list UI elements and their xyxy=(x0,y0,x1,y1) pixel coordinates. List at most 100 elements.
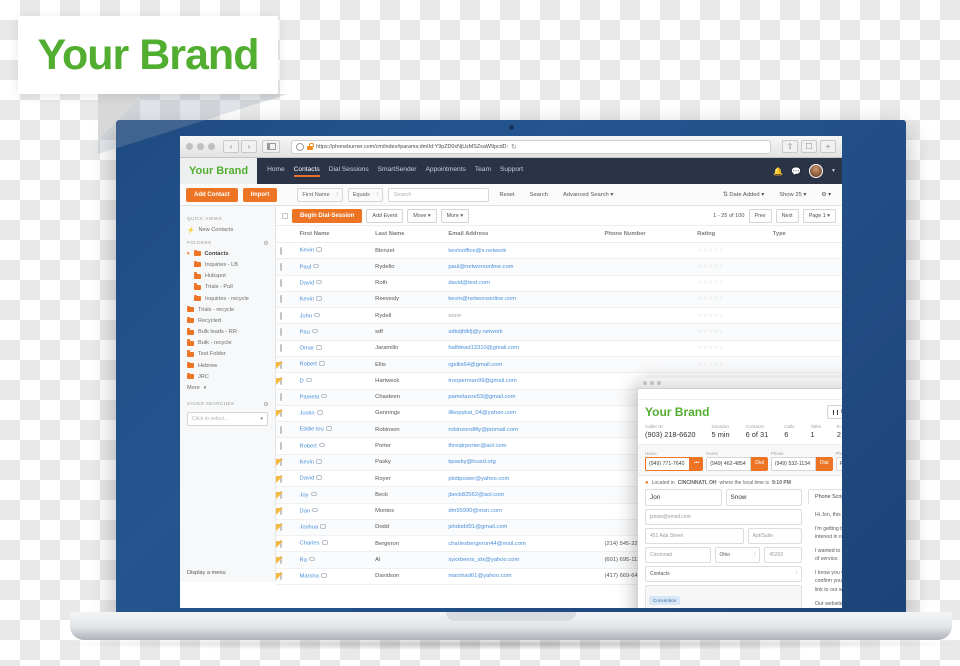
search-operator-select[interactable]: Equals xyxy=(347,187,383,202)
cell-rating[interactable]: ☆☆☆☆☆ xyxy=(693,340,769,357)
table-row[interactable]: Pau sdf sdkdjfdkfj@y.network ☆☆☆☆☆ xyxy=(276,323,842,341)
cell-email[interactable]: david@test.com xyxy=(444,275,601,292)
cell-email[interactable]: marshad61@yahoo.com xyxy=(444,568,601,585)
note-bubble-icon[interactable] xyxy=(316,459,323,464)
note-bubble-icon[interactable] xyxy=(305,377,312,383)
row-checkbox[interactable] xyxy=(280,246,282,255)
th-phone[interactable]: Phone Number xyxy=(600,226,694,243)
sidebar-folder-inquiries-lb[interactable]: Inquiries - LB xyxy=(180,259,275,270)
th-last-name[interactable]: Last Name xyxy=(371,226,445,243)
phone-number-field[interactable]: Phone xyxy=(835,457,842,471)
cell-email[interactable]: kevinoffice@x.network xyxy=(444,242,601,260)
sidebar-folder-trials-pull[interactable]: Trials - Pull xyxy=(180,282,275,293)
cell-rating[interactable]: ☆☆☆☆☆ xyxy=(693,242,769,260)
tag-chip[interactable]: Convention xyxy=(649,596,681,605)
reload-icon[interactable]: ↻ xyxy=(511,143,517,151)
pause-dialing-button[interactable]: Pause Dialing xyxy=(826,405,842,419)
table-row[interactable]: Omar Jaramillo halfdead13310@gmail.com ☆☆☆☆… xyxy=(276,340,842,357)
note-bubble-icon[interactable] xyxy=(314,312,321,318)
first-name-field[interactable]: Jon xyxy=(645,489,722,506)
nav-item-dial-sessions[interactable]: Dial Sessions xyxy=(329,166,369,177)
sidebar-folder-trials-recycle[interactable]: Trials - recycle xyxy=(180,304,275,315)
cell-email[interactable]: rgellis64@gmail.com xyxy=(444,356,601,374)
show-count-button[interactable]: Show 25 ▾ xyxy=(774,189,811,201)
nav-item-contacts[interactable]: Contacts xyxy=(293,166,320,177)
cell-first-name[interactable]: D xyxy=(295,372,372,390)
cell-email[interactable]: pamelazoe53@gmail.com xyxy=(444,389,601,406)
sort-button[interactable]: ⇅ Date Added ▾ xyxy=(718,189,769,201)
cell-email[interactable]: lilkopykat_04@yahoo.com xyxy=(444,405,601,423)
cell-email[interactable]: syxxbeers_stx@yahoo.com xyxy=(444,551,601,569)
address-field[interactable]: 451 Ada Street xyxy=(645,528,744,544)
folder-select[interactable]: Contacts xyxy=(645,566,802,582)
sidebar-item-new-contacts[interactable]: ⚡ New Contacts xyxy=(180,224,275,236)
cell-email[interactable]: threqtrporter@aol.com xyxy=(444,437,601,455)
note-bubble-icon[interactable] xyxy=(318,442,325,448)
cell-first-name[interactable]: Omar xyxy=(295,340,372,357)
dial-button[interactable]: Dial xyxy=(751,457,768,471)
table-row[interactable]: David Roth david@test.com ☆☆☆☆☆ xyxy=(276,275,842,292)
bell-icon[interactable]: 🔔 xyxy=(773,167,783,176)
add-event-button[interactable]: Add Event xyxy=(366,208,404,223)
cell-first-name[interactable]: Eddie lou xyxy=(295,421,372,439)
search-input[interactable]: Search xyxy=(387,187,490,202)
phone-number-field[interactable]: (949) 462-4854 xyxy=(706,457,752,471)
nav-item-support[interactable]: Support xyxy=(500,166,523,177)
cell-email[interactable]: kpasky@lvusd.org xyxy=(444,454,601,471)
chat-icon[interactable]: 💬 xyxy=(791,167,801,176)
note-bubble-icon[interactable] xyxy=(313,263,320,269)
more-button[interactable]: More ▾ xyxy=(440,208,470,223)
cell-rating[interactable]: ☆☆☆☆☆ xyxy=(693,258,769,276)
cell-rating[interactable]: ☆☆☆☆☆ xyxy=(693,275,769,292)
table-row[interactable]: Kevin Blenzet kevinoffice@x.network ☆☆☆☆☆ xyxy=(276,242,842,260)
cell-first-name[interactable]: Robert xyxy=(295,437,372,455)
state-select[interactable]: Ohio xyxy=(714,547,761,563)
cell-first-name[interactable]: Dan xyxy=(295,503,372,520)
page-select[interactable]: Page 1 ▾ xyxy=(802,208,836,223)
move-button[interactable]: Move ▾ xyxy=(407,208,437,223)
table-row[interactable]: Paul Rydello paul@networxonline.com ☆☆☆☆☆ xyxy=(276,258,842,276)
apt-field[interactable]: Apt/Suite xyxy=(747,528,802,544)
chrome-right-buttons[interactable]: ⇧ ☐ + xyxy=(782,140,836,153)
cell-rating[interactable]: ☆☆☆☆☆ xyxy=(693,291,769,309)
cell-email[interactable]: none xyxy=(444,307,601,325)
folders-gear-icon[interactable]: ⚙ xyxy=(263,240,269,247)
cell-first-name[interactable]: Marsha xyxy=(295,568,372,585)
share-icon[interactable]: ⇧ xyxy=(782,140,798,153)
note-bubble-icon[interactable] xyxy=(311,328,318,334)
last-name-field[interactable]: Snow xyxy=(725,489,802,506)
note-bubble-icon[interactable] xyxy=(316,410,323,415)
search-button[interactable]: Search xyxy=(525,189,553,201)
row-checkbox[interactable] xyxy=(280,328,282,337)
header-actions[interactable]: 🔔 💬 ▼ xyxy=(773,164,836,178)
cell-first-name[interactable]: Joshua xyxy=(295,519,372,537)
cell-first-name[interactable]: Ra xyxy=(295,551,372,569)
nav-item-appointments[interactable]: Appointments xyxy=(426,166,466,177)
row-checkbox[interactable] xyxy=(280,311,282,320)
city-field[interactable]: Cincinnati xyxy=(645,547,711,563)
nav-item-team[interactable]: Team xyxy=(475,166,491,177)
cell-email[interactable]: paul@networxonline.com xyxy=(444,258,601,276)
note-bubble-icon[interactable] xyxy=(310,491,317,497)
note-bubble-icon[interactable] xyxy=(325,426,332,431)
email-field[interactable]: jsnow@email.com xyxy=(645,509,802,525)
note-bubble-icon[interactable] xyxy=(320,524,327,529)
cell-first-name[interactable]: Kevin xyxy=(295,242,372,260)
sidebar-folder-bulk-leads-rr[interactable]: Bulk leads - RR xyxy=(180,327,275,338)
cell-first-name[interactable]: John xyxy=(295,307,372,325)
tab-phone-script[interactable]: Phone Script xyxy=(808,489,842,505)
cell-rating[interactable]: ☆☆☆☆☆ xyxy=(693,356,769,374)
advanced-search-button[interactable]: Advanced Search ▾ xyxy=(558,189,618,201)
dial-button[interactable]: ••• xyxy=(690,457,704,471)
next-button[interactable]: Next xyxy=(775,208,799,223)
cell-email[interactable]: halfdead13310@gmail.com xyxy=(444,340,601,357)
phone-number-field[interactable]: (949) 771-7640 xyxy=(645,457,690,471)
main-nav[interactable]: Home Contacts Dial Sessions SmartSender … xyxy=(267,166,523,177)
import-button[interactable]: Import xyxy=(242,187,278,202)
saved-search-select[interactable]: Click to select... ▾ xyxy=(187,411,268,426)
sidebar-folder-contacts[interactable]: ▾ Contacts xyxy=(180,248,275,259)
prev-button[interactable]: Prev xyxy=(748,208,772,223)
th-type[interactable]: Type xyxy=(768,226,842,243)
cell-email[interactable]: robinsondifty@pinmail.com xyxy=(444,421,601,439)
sidebar-more-button[interactable]: More ▾ xyxy=(180,382,275,393)
